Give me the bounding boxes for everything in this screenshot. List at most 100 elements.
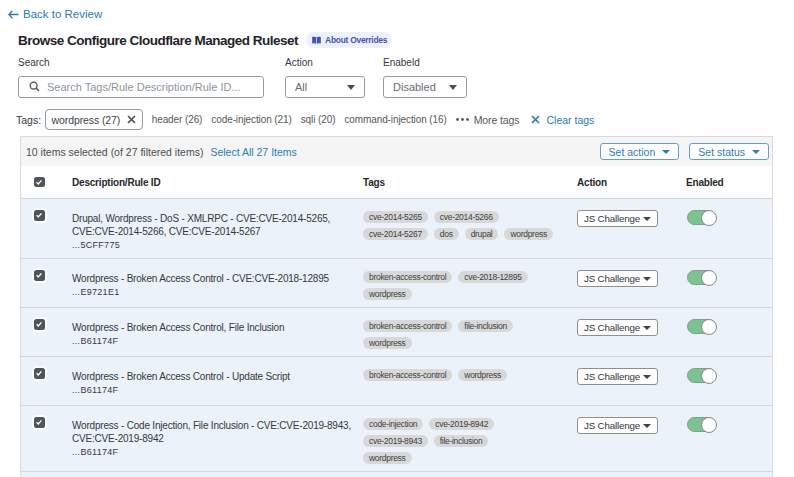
rule-tag-pill: dos bbox=[434, 228, 459, 240]
row-checkbox[interactable] bbox=[34, 417, 45, 428]
rule-action-select[interactable]: JS Challenge bbox=[577, 210, 658, 227]
rule-description: Wordpress - Broken Access Control - CVE:… bbox=[72, 272, 363, 286]
about-overrides-badge[interactable]: About Overrides bbox=[306, 32, 392, 48]
rule-tag-pill: code-injection bbox=[363, 418, 423, 430]
search-field[interactable] bbox=[18, 76, 264, 98]
rule-description-line: Wordpress - Code Injection, File Inclusi… bbox=[72, 419, 363, 433]
rule-enabled-toggle[interactable] bbox=[687, 368, 716, 383]
row-checkbox[interactable] bbox=[34, 210, 45, 221]
rule-description: Wordpress - Code Injection, File Inclusi… bbox=[72, 419, 363, 446]
toggle-knob bbox=[701, 417, 717, 433]
toggle-knob bbox=[701, 270, 717, 286]
select-all-link[interactable]: Select All 27 Items bbox=[210, 146, 296, 158]
rule-tags: cve-2014-5265 cve-2014-5266 cve-2014-5267 d… bbox=[363, 199, 577, 251]
more-tags-button[interactable]: More tags bbox=[456, 114, 520, 126]
rule-action-select[interactable]: JS Challenge bbox=[577, 270, 658, 287]
select-all-checkbox[interactable] bbox=[34, 177, 45, 188]
chevron-down-icon bbox=[752, 150, 760, 154]
header-tags: Tags bbox=[363, 177, 577, 188]
set-action-button[interactable]: Set action bbox=[600, 143, 680, 160]
rule-tag-pill: broken-access-control bbox=[363, 271, 452, 283]
rule-description: Wordpress - Broken Access Control, File … bbox=[72, 321, 363, 335]
rule-id: ...B61174F bbox=[72, 385, 363, 396]
rule-tag-pill: cve-2019-8942 bbox=[429, 418, 494, 430]
rule-tag-pill: cve-2019-8943 bbox=[363, 435, 428, 447]
set-status-button[interactable]: Set status bbox=[689, 143, 769, 160]
rule-action-value: JS Challenge bbox=[584, 322, 640, 333]
row-checkbox[interactable] bbox=[34, 368, 45, 379]
chevron-down-icon bbox=[643, 217, 651, 221]
action-filter-select[interactable]: All bbox=[285, 76, 365, 98]
rule-tags: broken-access-control file-inclusion wordp… bbox=[363, 308, 577, 349]
tag-filter-option[interactable]: sqli (20) bbox=[301, 114, 336, 125]
rule-tag-pill: wordpress bbox=[504, 228, 553, 240]
toggle-knob bbox=[701, 368, 717, 384]
rule-description-line: Drupal, Wordpress - DoS - XMLRPC - CVE:C… bbox=[72, 212, 363, 226]
rule-id: ...5CFF775 bbox=[72, 240, 363, 251]
rule-tag-pill: cve-2014-5265 bbox=[363, 211, 428, 223]
header-enabled: Enabled bbox=[686, 177, 772, 188]
toggle-knob bbox=[701, 210, 717, 226]
tag-filter-option[interactable]: command-injection (16) bbox=[344, 114, 446, 125]
chevron-down-icon bbox=[643, 375, 651, 379]
more-tags-label: More tags bbox=[474, 114, 520, 126]
rule-action-select[interactable]: JS Challenge bbox=[577, 368, 658, 385]
selection-toolbar: 10 items selected (of 27 filtered items)… bbox=[21, 137, 772, 166]
rule-action-select[interactable]: JS Challenge bbox=[577, 417, 658, 434]
enabled-filter-select[interactable]: Disabled bbox=[383, 76, 467, 98]
rule-tag-pill: drupal bbox=[465, 228, 499, 240]
chevron-down-icon bbox=[643, 277, 651, 281]
search-label: Search bbox=[18, 57, 264, 68]
chevron-down-icon bbox=[662, 150, 670, 154]
row-checkbox[interactable] bbox=[34, 270, 45, 281]
rule-description: Drupal, Wordpress - DoS - XMLRPC - CVE:C… bbox=[72, 212, 363, 239]
ruleset-table-card: 10 items selected (of 27 filtered items)… bbox=[20, 136, 773, 477]
table-row: Wordpress - Broken Access Control - Upda… bbox=[21, 356, 772, 405]
back-link[interactable]: Back to Review bbox=[8, 8, 102, 20]
header-action: Action bbox=[577, 177, 686, 188]
about-overrides-label: About Overrides bbox=[325, 35, 387, 45]
rule-action-select[interactable]: JS Challenge bbox=[577, 319, 658, 336]
tag-filter-option[interactable]: code-injection (21) bbox=[211, 114, 291, 125]
rule-tag-pill: broken-access-control bbox=[363, 320, 452, 332]
selected-tag-label: wordpress (27) bbox=[52, 114, 121, 126]
action-filter-value: All bbox=[295, 81, 307, 93]
rule-tag-pill: cve-2014-5266 bbox=[434, 211, 499, 223]
search-input[interactable] bbox=[47, 81, 255, 93]
rule-id: ...B61174F bbox=[72, 447, 363, 458]
tag-filter-option[interactable]: header (26) bbox=[152, 114, 203, 125]
rule-enabled-toggle[interactable] bbox=[687, 210, 716, 225]
rule-description-line: CVE:CVE-2014-5266, CVE:CVE-2014-5267 bbox=[72, 225, 363, 239]
rule-tag-pill: file-inclusion bbox=[458, 320, 513, 332]
enabled-filter-value: Disabled bbox=[393, 81, 436, 93]
rule-tag-pill: file-inclusion bbox=[434, 435, 489, 447]
rule-action-value: JS Challenge bbox=[584, 371, 640, 382]
rule-enabled-toggle[interactable] bbox=[687, 270, 716, 285]
book-icon bbox=[311, 36, 322, 45]
rule-tag-pill: cve-2014-5267 bbox=[363, 228, 428, 240]
clear-tags-button[interactable]: Clear tags bbox=[531, 114, 594, 126]
search-icon bbox=[29, 78, 40, 96]
rule-action-value: JS Challenge bbox=[584, 273, 640, 284]
back-arrow-icon bbox=[8, 10, 19, 19]
chevron-down-icon bbox=[449, 85, 457, 90]
rule-id: ...E9721E1 bbox=[72, 287, 363, 298]
rule-tag-pill: broken-access-control bbox=[363, 369, 452, 381]
selected-tag-chip[interactable]: wordpress (27) bbox=[45, 109, 143, 130]
rule-enabled-toggle[interactable] bbox=[687, 319, 716, 334]
rule-tags: broken-access-controlcve-2018-12895wordp… bbox=[363, 259, 577, 300]
row-checkbox[interactable] bbox=[34, 319, 45, 330]
rule-tag-pill: wordpress bbox=[458, 369, 507, 381]
rule-action-value: JS Challenge bbox=[584, 420, 640, 431]
chevron-down-icon bbox=[643, 326, 651, 330]
clear-tags-label: Clear tags bbox=[546, 114, 594, 126]
remove-tag-icon[interactable] bbox=[127, 115, 136, 124]
set-action-label: Set action bbox=[609, 146, 656, 158]
rule-enabled-toggle[interactable] bbox=[687, 417, 716, 432]
rule-id: ...B61174F bbox=[72, 336, 363, 347]
chevron-down-icon bbox=[347, 85, 355, 90]
rule-tag-pill: wordpress bbox=[363, 452, 412, 464]
action-filter-label: Action bbox=[285, 57, 365, 68]
rule-tag-pill: wordpress bbox=[363, 337, 412, 349]
toggle-knob bbox=[701, 319, 717, 335]
